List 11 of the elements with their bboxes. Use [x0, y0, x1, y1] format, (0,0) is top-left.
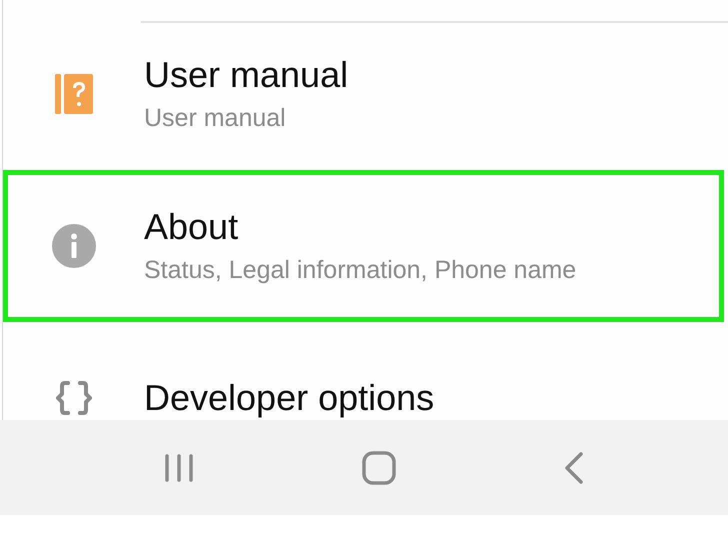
- setting-title[interactable]: Developer options: [144, 376, 434, 420]
- setting-title[interactable]: About: [144, 205, 576, 249]
- help-book-icon: [55, 74, 93, 114]
- info-icon: [52, 224, 96, 268]
- recent-apps-icon[interactable]: [164, 454, 194, 482]
- back-icon[interactable]: [564, 452, 584, 484]
- setting-summary: User manual: [144, 103, 287, 134]
- braces-icon: [56, 381, 92, 415]
- setting-title[interactable]: User manual: [144, 53, 348, 97]
- home-icon[interactable]: [362, 450, 396, 484]
- setting-summary: Status, Legal information, Phone name: [144, 255, 576, 286]
